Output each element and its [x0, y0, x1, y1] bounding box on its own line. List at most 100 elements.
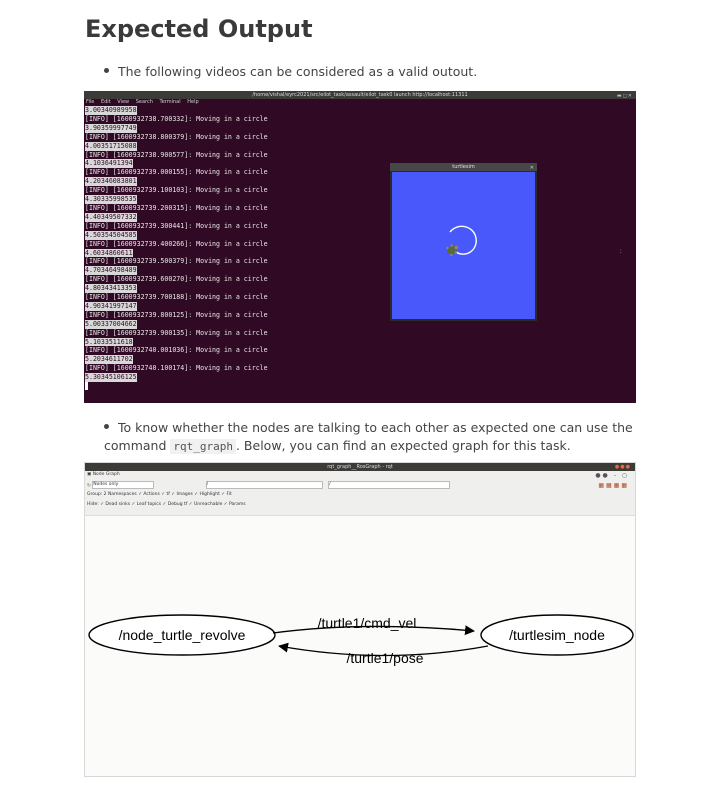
graph-node-right[interactable]: /turtlesim_node — [480, 614, 634, 656]
terminal-line-text: 4.70346498489 — [85, 266, 137, 276]
rqt-titlebar: rqt_graph__RosGraph - rqt ●●● — [85, 463, 635, 471]
bullet-rqt-text-2: . Below, you can find an expected graph … — [235, 438, 571, 453]
mode-select-value: Nodes only — [93, 482, 119, 487]
terminal-line-text: [INFO] [1600932739.000155]: Moving in a … — [85, 168, 268, 177]
terminal-titlebar: /home/vishal/eyrc2021/src/eilot_task/ass… — [84, 91, 636, 99]
mode-select[interactable]: Nodes only — [92, 481, 155, 489]
turtlesim-title: turtlesim — [452, 164, 475, 170]
menu-edit[interactable]: Edit — [101, 99, 111, 105]
terminal-line: [INFO] [1600932739.800125]: Moving in a … — [85, 311, 636, 320]
terminal-menubar: File Edit View Search Terminal Help — [84, 99, 636, 106]
terminal-line: [INFO] [1600932739.100103]: Moving in a … — [85, 186, 636, 195]
help-icons[interactable]: ●● - ○ — [595, 472, 629, 479]
terminal-scroll-marker: : — [619, 247, 622, 255]
terminal-title: /home/vishal/eyrc2021/src/eilot_task/ass… — [252, 92, 468, 98]
terminal-line-text: 4.90341997147 — [85, 301, 137, 311]
window-controls-icon: ▬◻✕ — [616, 93, 633, 99]
terminal-line: [INFO] [1600932739.700188]: Moving in a … — [85, 293, 636, 302]
terminal-line: 4.40349507332 — [85, 212, 636, 222]
turtlesim-canvas — [392, 172, 535, 319]
plugin-label: ▣ Node Graph — [87, 472, 120, 477]
menu-terminal[interactable]: Terminal — [160, 99, 181, 105]
terminal-line-text: 5.30345106125 — [85, 373, 137, 383]
graph-edge-cmd-vel[interactable]: /turtle1/cmd_vel — [272, 615, 475, 636]
refresh-row: ↻ Nodes only / / — [87, 481, 451, 489]
terminal-line: [INFO] [1600932739.500379]: Moving in a … — [85, 257, 636, 266]
terminal-line-text: [INFO] [1600932739.400266]: Moving in a … — [85, 239, 268, 248]
hide-options-row[interactable]: Hide: ✓ Dead sinks ✓ Leaf topics ✓ Debug… — [87, 502, 246, 507]
topic-filter-value: / — [329, 482, 331, 487]
group-options-row[interactable]: Group: 2 Namespaces ✓ Actions ✓ tf ✓ Ima… — [87, 492, 232, 497]
terminal-line: 5.1033511618 — [85, 337, 636, 347]
terminal-line: 4.80343413353 — [85, 284, 636, 294]
terminal-line-text: [INFO] [1600932738.900577]: Moving in a … — [85, 150, 268, 159]
bullet-dot — [104, 424, 109, 429]
terminal-line: 5.30345106125 — [85, 373, 636, 383]
terminal-line: [INFO] [1600932739.600270]: Moving in a … — [85, 275, 636, 284]
graph-canvas: /node_turtle_revolve /turtlesim_node /tu… — [85, 515, 635, 776]
terminal-line: [INFO] [1600932738.800379]: Moving in a … — [85, 133, 636, 142]
toolbar-action-icons[interactable]: ▦▦▦▦ — [598, 482, 629, 489]
menu-search[interactable]: Search — [136, 99, 153, 105]
terminal-line-text: 4.40349507332 — [85, 212, 137, 222]
terminal-line-text: [INFO] [1600932739.300441]: Moving in a … — [85, 221, 268, 230]
menu-help[interactable]: Help — [187, 99, 198, 105]
terminal-line: [INFO] [1600932740.100174]: Moving in a … — [85, 364, 636, 373]
terminal-line: [INFO] [1600932738.700332]: Moving in a … — [85, 115, 636, 124]
terminal-line: [INFO] [1600932739.300441]: Moving in a … — [85, 222, 636, 231]
graph-edge-pose[interactable]: /turtle1/pose — [278, 642, 489, 666]
terminal-line-text: [INFO] [1600932739.200315]: Moving in a … — [85, 203, 268, 212]
turtle-path-drawing — [446, 225, 477, 257]
turtlesim-window: turtlesim ✕ — [390, 163, 537, 321]
terminal-line: 4.30335998535 — [85, 195, 636, 204]
terminal-line: 4.00351715088 — [85, 141, 636, 151]
plugin-label-text: Node Graph — [92, 472, 120, 477]
terminal-line: 4.20346083801 — [85, 177, 636, 187]
terminal-line-text: [INFO] [1600932739.600270]: Moving in a … — [85, 275, 268, 284]
edge-pose-label: /turtle1/pose — [346, 650, 423, 666]
turtlesim-titlebar: turtlesim ✕ — [390, 163, 537, 171]
terminal-line-text: [INFO] [1600932739.800125]: Moving in a … — [85, 310, 268, 319]
terminal-line-text: 4.80343413353 — [85, 284, 137, 294]
terminal-line-text: [INFO] [1600932739.700188]: Moving in a … — [85, 293, 268, 302]
node-filter-value: / — [206, 482, 209, 487]
terminal-line: 5.2034611702 — [85, 355, 636, 365]
terminal-line-text: [INFO] [1600932738.800379]: Moving in a … — [85, 132, 268, 141]
terminal-line: [INFO] [1600932738.900577]: Moving in a … — [85, 151, 636, 160]
terminal-line: 3.00340989958 — [85, 106, 636, 115]
menu-file[interactable]: File — [86, 99, 94, 105]
terminal-line: 4.50354504585 — [85, 230, 636, 240]
terminal-line-text: 4.50354504585 — [85, 230, 137, 240]
close-icon[interactable]: ✕ — [530, 164, 534, 172]
graph-node-right-label: /turtlesim_node — [509, 627, 605, 643]
terminal-line-text: [INFO] [1600932739.100103]: Moving in a … — [85, 186, 268, 195]
terminal-line-text: 4.00351715088 — [85, 141, 137, 151]
topic-filter-input[interactable]: / — [328, 481, 451, 489]
refresh-icon[interactable]: ↻ — [87, 484, 91, 489]
terminal-line-text: [INFO] [1600932738.700332]: Moving in a … — [85, 114, 268, 123]
node-filter-input[interactable]: / — [205, 481, 323, 489]
rqt-title: rqt_graph__RosGraph - rqt — [327, 464, 393, 470]
terminal-line-text: [INFO] [1600932739.900135]: Moving in a … — [85, 328, 268, 337]
terminal-line-text: 4.1036491394 — [85, 159, 133, 169]
terminal-line: 4.90341997147 — [85, 301, 636, 311]
terminal-line-text: 4.6034860611 — [85, 248, 133, 258]
rqt-toolbar: ▣ Node Graph ↻ Nodes only / / Group: 2 N… — [85, 471, 635, 516]
graph-node-left-label: /node_turtle_revolve — [119, 627, 246, 643]
turtle-icon — [446, 244, 459, 257]
terminal-output[interactable]: 3.00340989958 [INFO] [1600932738.700332]:… — [84, 106, 636, 391]
bullet-dot — [104, 68, 109, 73]
graph-node-left[interactable]: /node_turtle_revolve — [88, 614, 276, 656]
terminal-line: [INFO] [1600932739.200315]: Moving in a … — [85, 204, 636, 213]
terminal-line-text: 3.90359997749 — [85, 123, 137, 133]
terminal-screenshot: /home/vishal/eyrc2021/src/eilot_task/ass… — [84, 91, 636, 403]
terminal-line: [INFO] [1600932739.400266]: Moving in a … — [85, 240, 636, 249]
menu-view[interactable]: View — [117, 99, 129, 105]
terminal-line-text: [INFO] [1600932740.100174]: Moving in a … — [85, 364, 268, 373]
terminal-line-text: 4.20346083801 — [85, 177, 137, 187]
bullet-rqt: To know whether the nodes are talking to… — [104, 419, 634, 456]
terminal-line: [INFO] [1600932740.001036]: Moving in a … — [85, 346, 636, 355]
window-controls-icon[interactable]: ●●● — [615, 463, 631, 471]
terminal-line-text: 5.2034611702 — [85, 355, 133, 365]
terminal-line-text: 3.00340989958 — [85, 106, 137, 115]
